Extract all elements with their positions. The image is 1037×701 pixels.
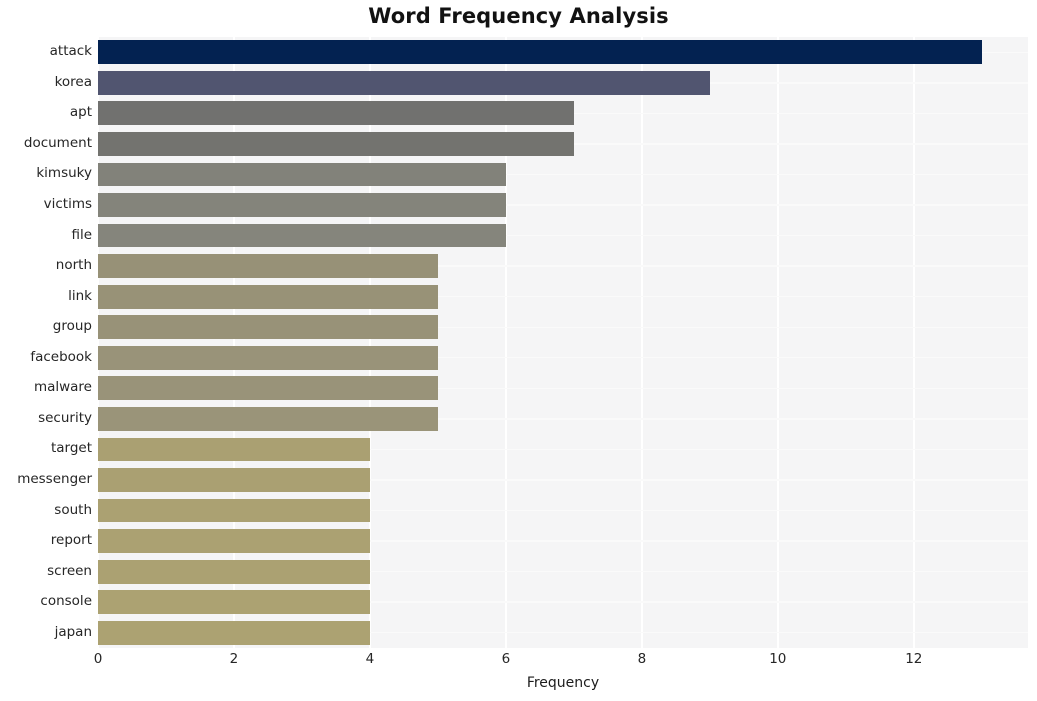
y-axis-tick-label: malware xyxy=(33,379,92,396)
bar xyxy=(98,498,370,523)
y-axis-tick-label: messenger xyxy=(17,470,92,487)
y-axis-tick-label: north xyxy=(55,257,92,274)
x-axis-tick-label: 4 xyxy=(365,651,375,667)
bar xyxy=(98,101,574,126)
y-axis-tick-label: document xyxy=(23,134,92,151)
x-axis-tick-label: 6 xyxy=(501,651,511,667)
y-axis-tick-label: attack xyxy=(49,43,92,60)
bar xyxy=(98,529,370,553)
bars-layer xyxy=(98,37,1028,648)
y-axis-tick-label: console xyxy=(40,593,92,610)
y-axis-tick-label: target xyxy=(50,440,92,457)
y-axis-tick-label: apt xyxy=(69,104,92,121)
bar xyxy=(98,40,982,65)
x-axis-label: Frequency xyxy=(526,675,600,691)
bar xyxy=(98,162,506,187)
bar xyxy=(98,376,438,401)
y-axis-tick-label: link xyxy=(68,287,92,304)
bar xyxy=(98,284,438,309)
bar xyxy=(98,590,370,615)
y-axis-tick-label: kimsuky xyxy=(36,165,92,182)
y-axis-tick-label: korea xyxy=(54,73,92,90)
x-axis-tick-label: 0 xyxy=(93,651,103,667)
y-axis-tick-label: report xyxy=(50,532,92,549)
y-axis-tick-label: security xyxy=(38,409,92,426)
bar xyxy=(98,315,438,340)
bar xyxy=(98,468,370,492)
bar xyxy=(98,345,438,370)
y-axis-tick-label: victims xyxy=(43,196,92,213)
y-axis-tick-label: file xyxy=(71,226,92,243)
word-frequency-chart-figure: Word Frequency Analysis attack korea apt do… xyxy=(0,0,1037,701)
x-axis-tick-label: 8 xyxy=(637,651,647,667)
bar xyxy=(98,406,438,431)
chart-title: Word Frequency Analysis xyxy=(368,4,669,28)
bar xyxy=(98,193,506,217)
bar xyxy=(98,437,370,462)
x-axis-tick-label: 2 xyxy=(229,651,239,667)
y-axis-tick-label: screen xyxy=(47,562,92,579)
bar xyxy=(98,254,438,279)
bar xyxy=(98,620,370,645)
x-axis-tick-label: 10 xyxy=(769,651,787,667)
y-axis-tick-labels: attack korea apt document kimsuky victims file… xyxy=(0,37,92,648)
y-axis-tick-label: south xyxy=(54,501,92,518)
plot-area xyxy=(98,37,1028,648)
x-axis-tick-label: 12 xyxy=(905,651,923,667)
bar xyxy=(98,70,710,95)
y-axis-tick-label: group xyxy=(52,318,92,335)
bar xyxy=(98,132,574,156)
bar xyxy=(98,223,506,248)
y-axis-tick-label: japan xyxy=(54,623,92,640)
y-axis-tick-label: facebook xyxy=(30,348,92,365)
x-axis-tick-labels: 0 2 4 6 8 10 12 xyxy=(94,651,1028,673)
bar xyxy=(98,559,370,584)
